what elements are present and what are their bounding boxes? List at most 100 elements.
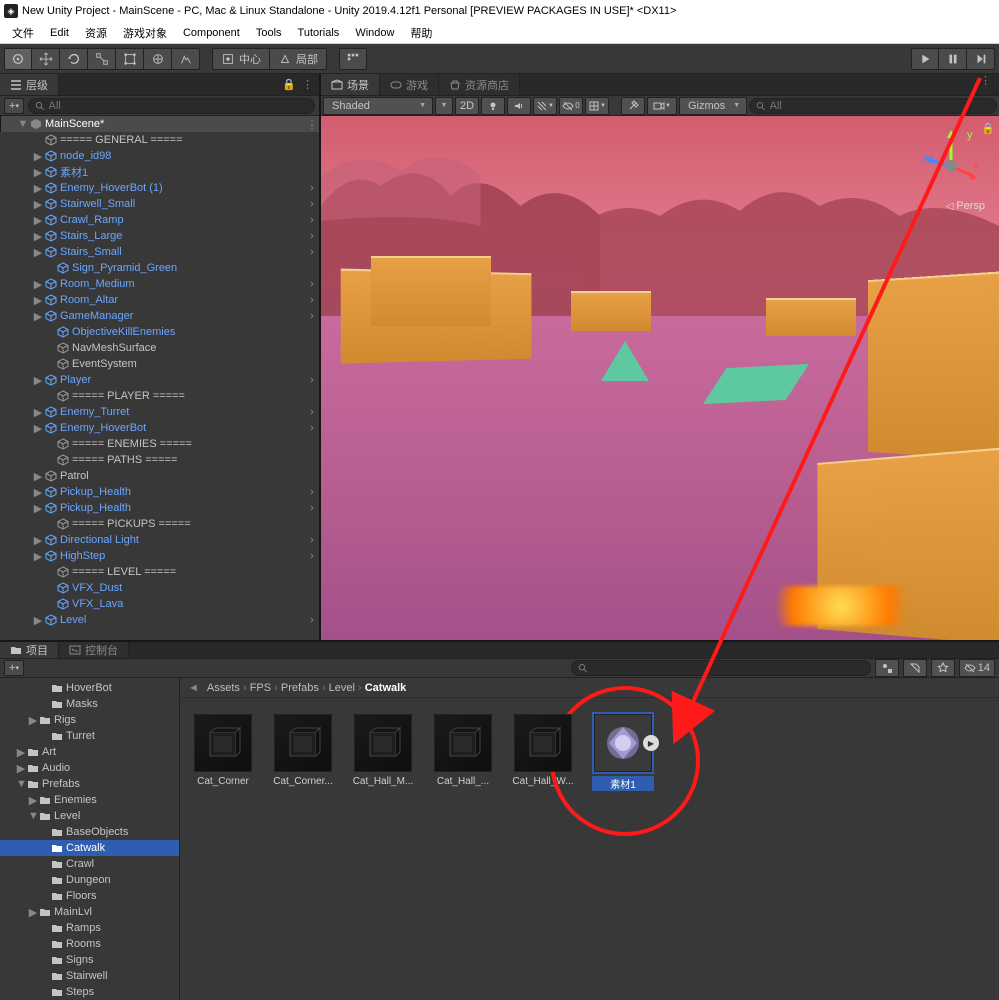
transform-tool[interactable] (144, 48, 172, 70)
folder-tree-item[interactable]: BaseObjects (0, 824, 179, 840)
hierarchy-item[interactable]: ===== ENEMIES ===== (0, 436, 319, 452)
scale-tool[interactable] (88, 48, 116, 70)
persp-label[interactable]: ◁ Persp (946, 200, 985, 212)
folder-tree-item[interactable]: Masks (0, 696, 179, 712)
hierarchy-tab[interactable]: 层级 (0, 74, 59, 95)
hand-tool[interactable] (4, 48, 32, 70)
folder-tree-item[interactable]: ▶Audio (0, 760, 179, 776)
asset-item[interactable]: Cat_Corner... (272, 714, 334, 787)
search-by-type[interactable] (875, 659, 899, 677)
folder-tree-item[interactable]: Turret (0, 728, 179, 744)
menu-游戏对象[interactable]: 游戏对象 (115, 23, 175, 43)
menu-资源[interactable]: 资源 (77, 23, 115, 43)
breadcrumb-item[interactable]: Catwalk (365, 682, 407, 694)
hierarchy-search[interactable] (28, 98, 315, 114)
hierarchy-item[interactable]: ===== PICKUPS ===== (0, 516, 319, 532)
project-search-input[interactable] (591, 662, 863, 674)
folder-tree-item[interactable]: Rooms (0, 936, 179, 952)
hierarchy-item[interactable]: NavMeshSurface (0, 340, 319, 356)
hierarchy-item[interactable]: ▶Room_Altar› (0, 292, 319, 308)
hierarchy-item[interactable]: ===== GENERAL ===== (0, 132, 319, 148)
hierarchy-item[interactable]: ▶素材1 (0, 164, 319, 180)
mode-2d-toggle[interactable]: 2D (455, 97, 479, 115)
camera-dropdown[interactable]: ▼ (647, 97, 677, 115)
move-tool[interactable] (32, 48, 60, 70)
hierarchy-item[interactable]: VFX_Lava (0, 596, 319, 612)
project-search[interactable] (571, 660, 871, 676)
folder-tree-item[interactable]: Floors (0, 888, 179, 904)
play-button[interactable] (911, 48, 939, 70)
folder-tree-item[interactable]: Signs (0, 952, 179, 968)
hierarchy-item[interactable]: ▶Enemy_Turret› (0, 404, 319, 420)
hierarchy-item[interactable]: ===== PLAYER ===== (0, 388, 319, 404)
folder-tree-item[interactable]: ▶Enemies (0, 792, 179, 808)
orientation-gizmo[interactable]: y x z (921, 128, 981, 200)
asset-item[interactable]: Cat_Hall_W... (512, 714, 574, 787)
menu-edit[interactable]: Edit (42, 25, 77, 41)
hierarchy-item[interactable]: ▶Patrol (0, 468, 319, 484)
visibility-toggle[interactable]: 0 (559, 97, 583, 115)
hierarchy-item[interactable]: VFX_Dust (0, 580, 319, 596)
menu-tools[interactable]: Tools (248, 25, 290, 41)
scene-search[interactable] (749, 98, 997, 114)
panel-menu-icon[interactable]: ⋮ (302, 78, 313, 91)
lighting-toggle[interactable] (481, 97, 505, 115)
create-dropdown[interactable]: +▾ (4, 98, 24, 114)
pause-button[interactable] (939, 48, 967, 70)
hierarchy-item[interactable]: ===== PATHS ===== (0, 452, 319, 468)
menu-tutorials[interactable]: Tutorials (290, 25, 348, 41)
hierarchy-item[interactable]: ▶Stairs_Large› (0, 228, 319, 244)
folder-tree-item[interactable]: ▶Rigs (0, 712, 179, 728)
tools-toggle[interactable] (621, 97, 645, 115)
asset-item[interactable]: Cat_Corner (192, 714, 254, 787)
folder-tree-item[interactable]: Crawl (0, 856, 179, 872)
hidden-count[interactable]: 14 (959, 659, 995, 677)
asset-item[interactable]: Cat_Hall_M... (352, 714, 414, 787)
lock-icon[interactable]: 🔒 (981, 122, 995, 135)
asset-item[interactable]: ▶素材1 (592, 714, 654, 791)
folder-tree-item[interactable]: ▼Prefabs (0, 776, 179, 792)
lock-icon[interactable]: 🔒 (282, 78, 296, 91)
step-button[interactable] (967, 48, 995, 70)
hierarchy-item[interactable]: EventSystem (0, 356, 319, 372)
hierarchy-item[interactable]: ▶Pickup_Health› (0, 484, 319, 500)
audio-toggle[interactable] (507, 97, 531, 115)
breadcrumb-item[interactable]: FPS (250, 682, 271, 694)
custom-tool[interactable] (172, 48, 200, 70)
grid-toggle[interactable]: ▼ (585, 97, 609, 115)
breadcrumb-item[interactable]: Assets (207, 682, 240, 694)
hierarchy-item[interactable]: ▶Stairs_Small› (0, 244, 319, 260)
hierarchy-item[interactable]: Sign_Pyramid_Green (0, 260, 319, 276)
scene-viewport[interactable]: y x z ◁ Persp 🔒 (321, 116, 999, 640)
hierarchy-item[interactable]: ▶Directional Light› (0, 532, 319, 548)
scene-search-input[interactable] (770, 100, 990, 112)
hierarchy-item[interactable]: ===== LEVEL ===== (0, 564, 319, 580)
hierarchy-item[interactable]: ▶Level› (0, 612, 319, 628)
hierarchy-item[interactable]: ▶Crawl_Ramp› (0, 212, 319, 228)
menu-文件[interactable]: 文件 (4, 23, 42, 43)
hierarchy-item[interactable]: ▶GameManager› (0, 308, 319, 324)
menu-帮助[interactable]: 帮助 (402, 23, 440, 43)
project-tab[interactable]: 项目 (0, 642, 59, 658)
folder-tree-item[interactable]: Stairwell (0, 968, 179, 984)
search-by-label[interactable] (903, 659, 927, 677)
folder-tree-item[interactable]: ▶MainLvl (0, 904, 179, 920)
hierarchy-item[interactable]: ObjectiveKillEnemies (0, 324, 319, 340)
hierarchy-item[interactable]: ▶HighStep› (0, 548, 319, 564)
scene-tab[interactable]: 场景 (321, 74, 380, 95)
save-search[interactable] (931, 659, 955, 677)
rect-tool[interactable] (116, 48, 144, 70)
hierarchy-item[interactable]: ▶Stairwell_Small› (0, 196, 319, 212)
folder-tree-item[interactable]: Ramps (0, 920, 179, 936)
scene-root[interactable]: ▼MainScene*⋮ (0, 116, 319, 132)
fx-toggle[interactable]: ▼ (533, 97, 557, 115)
back-icon[interactable]: ◄ (188, 682, 199, 694)
hierarchy-tree[interactable]: ▼MainScene*⋮===== GENERAL =====▶node_id9… (0, 116, 319, 640)
pivot-local-toggle[interactable]: 局部 (270, 48, 327, 70)
hierarchy-item[interactable]: ▶Pickup_Health› (0, 500, 319, 516)
hierarchy-item[interactable]: ▶Enemy_HoverBot› (0, 420, 319, 436)
project-folder-tree[interactable]: HoverBotMasks▶RigsTurret▶Art▶Audio▼Prefa… (0, 678, 180, 1000)
panel-menu-icon[interactable]: ⋮ (972, 74, 999, 95)
hierarchy-search-input[interactable] (49, 100, 309, 112)
menu-component[interactable]: Component (175, 25, 248, 41)
